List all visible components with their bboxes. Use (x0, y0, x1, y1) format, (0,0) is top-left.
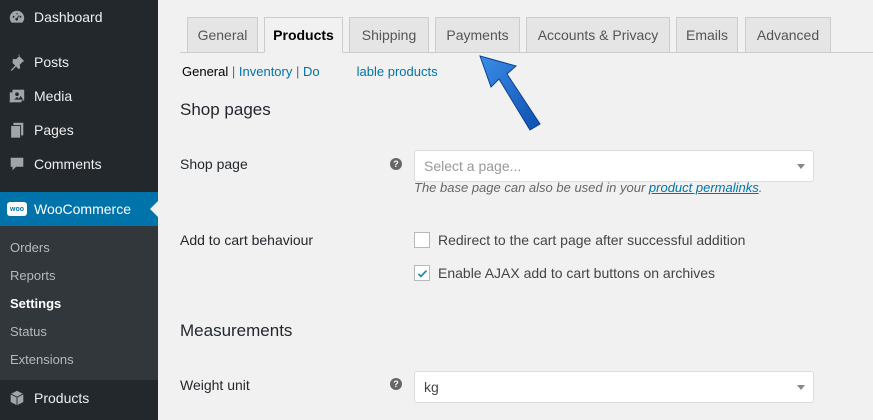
tab-accounts-privacy[interactable]: Accounts & Privacy (526, 17, 670, 53)
tab-advanced[interactable]: Advanced (745, 17, 831, 53)
woocommerce-icon: woo (0, 202, 34, 216)
dashboard-icon (0, 8, 34, 26)
section-title-shop-pages: Shop pages (180, 100, 271, 119)
redirect-checkbox[interactable] (414, 232, 430, 248)
woo-logo-text: woo (7, 202, 27, 216)
weight-unit-label: Weight unit (180, 377, 250, 393)
sidebar-item-label: Posts (34, 54, 70, 70)
sidebar-item-label: Products (34, 390, 90, 406)
submenu-item-extensions[interactable]: Extensions (10, 352, 74, 367)
media-icon (0, 87, 34, 105)
desc-suffix: . (758, 180, 763, 195)
chevron-down-icon (797, 385, 805, 390)
sidebar-item-woocommerce[interactable]: woo WooCommerce (0, 192, 158, 226)
box-icon (0, 389, 34, 407)
pin-icon (0, 53, 34, 71)
submenu-item-settings[interactable]: Settings (10, 296, 61, 311)
weight-unit-value: kg (424, 379, 439, 395)
shop-page-description: The base page can also be used in your p… (414, 180, 762, 195)
shop-page-select[interactable]: Select a page... (414, 150, 814, 182)
checkmark-icon (417, 269, 427, 278)
section-title-measurements: Measurements (180, 321, 293, 340)
product-permalinks-link[interactable]: product permalinks (649, 180, 759, 195)
subnav-downloadable-start: Do (303, 64, 320, 79)
subnav-separator: | (296, 64, 300, 79)
sidebar-item-posts[interactable]: Posts (0, 45, 158, 79)
settings-main: General Products Shipping Payments Accou… (158, 0, 873, 420)
chevron-down-icon (797, 164, 805, 169)
section-subnav: General | Inventory | Do lable products (182, 64, 438, 79)
shop-page-label: Shop page (180, 156, 248, 172)
comment-icon (0, 155, 34, 173)
tab-shipping[interactable]: Shipping (349, 17, 429, 53)
admin-sidebar: Dashboard Posts Media Pages Comments woo… (0, 0, 158, 420)
sidebar-item-products[interactable]: Products (0, 381, 158, 415)
pages-icon (0, 121, 34, 139)
help-icon[interactable]: ? (390, 378, 402, 390)
ajax-checkbox-label: Enable AJAX add to cart buttons on archi… (438, 265, 716, 281)
sidebar-item-media[interactable]: Media (0, 79, 158, 113)
submenu-item-status[interactable]: Status (10, 324, 47, 339)
sidebar-item-label: Dashboard (34, 9, 103, 25)
shop-page-placeholder: Select a page... (424, 158, 522, 174)
tab-payments[interactable]: Payments (435, 17, 520, 53)
subnav-inventory[interactable]: Inventory (239, 64, 292, 79)
submenu-item-orders[interactable]: Orders (10, 240, 50, 255)
pointer-arrow-icon (479, 55, 541, 131)
add-to-cart-label: Add to cart behaviour (180, 232, 314, 248)
tab-products[interactable]: Products (264, 17, 343, 53)
sidebar-item-label: Pages (34, 122, 74, 138)
ajax-checkbox[interactable] (414, 265, 430, 281)
tab-general[interactable]: General (187, 17, 258, 53)
woocommerce-submenu: Orders Reports Settings Status Extension… (0, 226, 158, 380)
help-icon[interactable]: ? (390, 158, 402, 170)
sidebar-item-pages[interactable]: Pages (0, 113, 158, 147)
subnav-downloadable-end: lable products (356, 64, 438, 79)
sidebar-item-label: Media (34, 88, 73, 104)
sidebar-item-comments[interactable]: Comments (0, 147, 158, 181)
sidebar-item-label: Comments (34, 156, 102, 172)
redirect-checkbox-label: Redirect to the cart page after successf… (438, 232, 746, 248)
subnav-separator: | (231, 64, 236, 79)
redirect-checkbox-row[interactable]: Redirect to the cart page after successf… (414, 232, 745, 248)
tab-emails[interactable]: Emails (676, 17, 738, 53)
submenu-item-reports[interactable]: Reports (10, 268, 56, 283)
sidebar-item-label: WooCommerce (34, 201, 131, 217)
desc-text: The base page can also be used in your (414, 180, 646, 195)
sidebar-item-dashboard[interactable]: Dashboard (0, 0, 158, 34)
subnav-downloadable-products[interactable]: Do lable products (303, 64, 438, 79)
subnav-general[interactable]: General (182, 64, 228, 79)
ajax-checkbox-row[interactable]: Enable AJAX add to cart buttons on archi… (414, 265, 715, 281)
weight-unit-select[interactable]: kg (414, 371, 814, 403)
